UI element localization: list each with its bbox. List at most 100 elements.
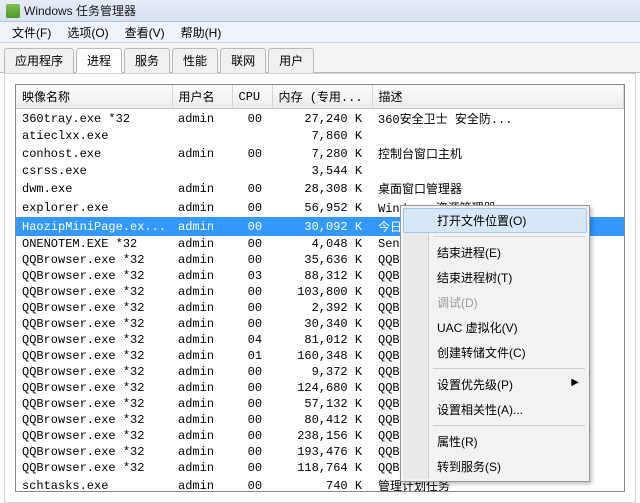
context-menu-item[interactable]: 设置优先级(P)▶ [403,372,587,397]
cell: QQBrowser.exe *32 [16,348,172,364]
tab-bar: 应用程序进程服务性能联网用户 [0,43,640,73]
cell: QQBrowser.exe *32 [16,300,172,316]
context-menu-item: 调试(D) [403,290,587,315]
cell: 00 [232,300,272,316]
tab-3[interactable]: 性能 [172,48,218,73]
cell: 00 [232,284,272,300]
context-menu-item[interactable]: 属性(R) [403,429,587,454]
context-menu-item[interactable]: 创建转储文件(C) [403,340,587,365]
titlebar: Windows 任务管理器 [0,0,640,22]
cell: QQBrowser.exe *32 [16,364,172,380]
cell: 30,092 K [272,217,372,236]
cell: 00 [232,364,272,380]
cell: conhost.exe [16,144,172,163]
cell: 00 [232,109,272,129]
context-menu-item[interactable]: 结束进程树(T) [403,265,587,290]
column-header[interactable]: 映像名称 [16,85,172,109]
cell: QQBrowser.exe *32 [16,412,172,428]
menu-file[interactable]: 文件(F) [4,22,59,43]
cell: csrss.exe [16,163,172,179]
tab-2[interactable]: 服务 [124,48,170,73]
table-row[interactable]: dwm.exeadmin0028,308 K桌面窗口管理器 [16,179,624,198]
context-menu-item[interactable]: UAC 虚拟化(V) [403,315,587,340]
tab-0[interactable]: 应用程序 [4,48,74,73]
cell: QQBrowser.exe *32 [16,316,172,332]
tab-4[interactable]: 联网 [220,48,266,73]
cell: 00 [232,396,272,412]
cell: admin [172,236,232,252]
cell: admin [172,396,232,412]
tab-1[interactable]: 进程 [76,48,122,73]
cell: 118,764 K [272,460,372,476]
context-menu-separator [433,425,585,426]
cell: 238,156 K [272,428,372,444]
tab-5[interactable]: 用户 [268,48,314,73]
cell: 4,048 K [272,236,372,252]
cell: 88,312 K [272,268,372,284]
table-row[interactable]: 360tray.exe *32admin0027,240 K360安全卫士 安全… [16,109,624,129]
cell: QQBrowser.exe *32 [16,252,172,268]
cell: HaozipMiniPage.ex... [16,217,172,236]
menu-options[interactable]: 选项(O) [59,22,116,43]
cell: admin [172,144,232,163]
cell: admin [172,198,232,217]
cell: ONENOTEM.EXE *32 [16,236,172,252]
cell [372,163,623,179]
cell: QQBrowser.exe *32 [16,428,172,444]
cell [232,163,272,179]
cell: 00 [232,179,272,198]
cell: 56,952 K [272,198,372,217]
context-menu-item[interactable]: 转到服务(S) [403,454,587,479]
menubar: 文件(F) 选项(O) 查看(V) 帮助(H) [0,22,640,43]
menu-view[interactable]: 查看(V) [117,22,173,43]
context-menu-item[interactable]: 设置相关性(A)... [403,397,587,422]
cell: QQBrowser.exe *32 [16,332,172,348]
cell: 81,012 K [272,332,372,348]
cell: 103,800 K [272,284,372,300]
cell [172,163,232,179]
cell: 193,476 K [272,444,372,460]
column-header[interactable]: 内存 (专用... [272,85,372,109]
cell: 360安全卫士 安全防... [372,109,623,129]
cell: admin [172,348,232,364]
cell: 控制台窗口主机 [372,144,623,163]
menu-help[interactable]: 帮助(H) [173,22,230,43]
table-row[interactable]: atieclxx.exe7,860 K [16,128,624,144]
cell: QQBrowser.exe *32 [16,284,172,300]
cell: admin [172,284,232,300]
cell: 80,412 K [272,412,372,428]
column-header[interactable]: 描述 [372,85,623,109]
cell: 30,340 K [272,316,372,332]
cell: admin [172,217,232,236]
cell: admin [172,332,232,348]
cell: admin [172,316,232,332]
cell: admin [172,412,232,428]
table-row[interactable]: csrss.exe3,544 K [16,163,624,179]
cell: admin [172,109,232,129]
cell: admin [172,179,232,198]
cell: QQBrowser.exe *32 [16,460,172,476]
submenu-arrow-icon: ▶ [571,377,579,388]
cell: 27,240 K [272,109,372,129]
cell: 桌面窗口管理器 [372,179,623,198]
table-row[interactable]: conhost.exeadmin007,280 K控制台窗口主机 [16,144,624,163]
cell: 9,372 K [272,364,372,380]
cell: 00 [232,236,272,252]
cell: 28,308 K [272,179,372,198]
cell: atieclxx.exe [16,128,172,144]
cell: QQBrowser.exe *32 [16,268,172,284]
cell: 00 [232,316,272,332]
context-menu-item[interactable]: 结束进程(E) [403,240,587,265]
cell: 35,636 K [272,252,372,268]
cell: admin [172,300,232,316]
context-menu-item[interactable]: 打开文件位置(O) [403,208,587,233]
column-header[interactable]: 用户名 [172,85,232,109]
cell: 00 [232,460,272,476]
cell: 00 [232,476,272,492]
column-header[interactable]: CPU [232,85,272,109]
app-icon [6,4,20,18]
cell: 57,132 K [272,396,372,412]
context-menu-separator [433,368,585,369]
cell: admin [172,252,232,268]
cell: admin [172,460,232,476]
